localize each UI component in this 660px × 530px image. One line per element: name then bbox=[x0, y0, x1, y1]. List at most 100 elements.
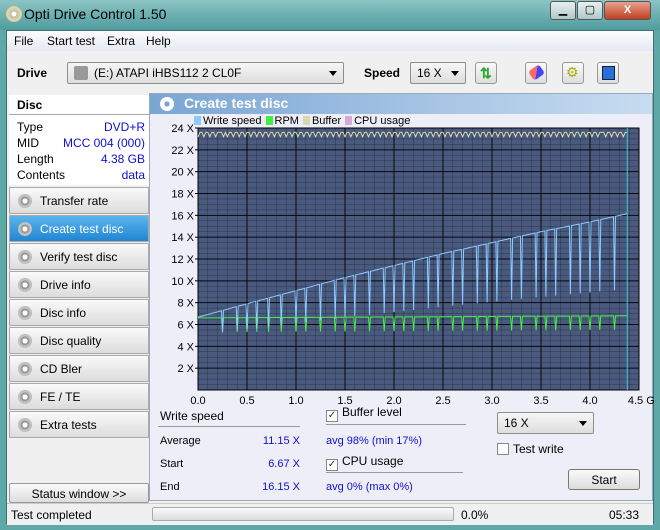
chevron-down-icon bbox=[451, 71, 459, 76]
nav-label: Create test disc bbox=[40, 222, 124, 236]
eraser-icon bbox=[528, 64, 545, 81]
drive-select[interactable]: (E:) ATAPI iHBS112 2 CL0F bbox=[67, 62, 344, 84]
y-tick-label: 22 X bbox=[171, 145, 194, 157]
disc-icon bbox=[160, 97, 174, 111]
nav-disc-info[interactable]: Disc info bbox=[9, 299, 149, 326]
menu-file[interactable]: File bbox=[14, 34, 33, 48]
nav-label: Verify test disc bbox=[40, 250, 118, 264]
average-label: Average bbox=[160, 435, 201, 447]
close-button[interactable]: X bbox=[604, 1, 651, 20]
y-tick-label: 12 X bbox=[171, 254, 194, 266]
write-speed-header: Write speed bbox=[160, 409, 224, 423]
x-tick-label: 0.0 bbox=[190, 395, 205, 404]
app-disc-icon bbox=[6, 6, 22, 22]
nav-extra-tests[interactable]: Extra tests bbox=[9, 411, 149, 438]
title-bar: Opti Drive Control 1.50 ▁ ▢ X bbox=[0, 0, 660, 30]
disc-header: Disc bbox=[17, 98, 43, 112]
refresh-arrows-icon: ⇅ bbox=[480, 65, 492, 81]
chevron-down-icon bbox=[329, 71, 337, 76]
y-tick-label: 14 X bbox=[171, 232, 194, 244]
disc-row-type: Type DVD+R bbox=[17, 120, 145, 134]
status-bar: Test completed 0.0% 05:33 bbox=[7, 503, 653, 525]
end-value: 16.15 X bbox=[262, 481, 300, 493]
menu-start-test[interactable]: Start test bbox=[47, 34, 95, 48]
disc-icon bbox=[18, 222, 32, 236]
menu-extra[interactable]: Extra bbox=[107, 34, 135, 48]
y-tick-label: 8 X bbox=[177, 298, 194, 310]
y-tick-label: 6 X bbox=[177, 320, 194, 332]
nav-label: Extra tests bbox=[40, 418, 97, 432]
disc-icon bbox=[18, 278, 32, 292]
menu-help[interactable]: Help bbox=[146, 34, 171, 48]
sidebar: Disc Type DVD+R MID MCC 004 (000) Length 4.… bbox=[7, 95, 149, 525]
nav-label: Disc info bbox=[40, 306, 87, 320]
buffer-level-checkbox[interactable]: ✓ Buffer level bbox=[326, 405, 402, 422]
menu-bar: File Start test Extra Help bbox=[7, 31, 653, 51]
x-tick-label: 1.0 bbox=[288, 395, 303, 404]
x-tick-label: 4.5 GB bbox=[628, 395, 654, 404]
maximize-button[interactable]: ▢ bbox=[577, 1, 603, 20]
refresh-button[interactable]: ⇅ bbox=[475, 62, 497, 84]
x-tick-label: 0.5 bbox=[239, 395, 254, 404]
nav-drive-info[interactable]: Drive info bbox=[9, 271, 149, 298]
end-label: End bbox=[160, 481, 180, 493]
erase-button[interactable] bbox=[525, 62, 547, 84]
disc-icon bbox=[18, 250, 32, 264]
x-tick-label: 2.5 bbox=[435, 395, 450, 404]
y-tick-label: 2 X bbox=[177, 363, 194, 375]
elapsed-time: 05:33 bbox=[609, 508, 640, 522]
floppy-icon bbox=[602, 66, 615, 80]
nav-label: CD Bler bbox=[40, 362, 83, 376]
disc-icon bbox=[18, 334, 32, 348]
start-label: Start bbox=[160, 458, 184, 470]
nav-cd-bler[interactable]: CD Bler bbox=[9, 355, 149, 382]
test-write-checkbox[interactable]: Test write bbox=[497, 442, 564, 456]
x-tick-label: 3.0 bbox=[484, 395, 499, 404]
nav-fe-te[interactable]: FE / TE bbox=[9, 383, 149, 410]
x-tick-label: 1.5 bbox=[337, 395, 352, 404]
write-speed-select[interactable]: 16 X bbox=[497, 412, 594, 434]
gears-icon: ⚙ bbox=[566, 64, 579, 80]
x-tick-label: 2.0 bbox=[386, 395, 401, 404]
y-tick-label: 20 X bbox=[171, 167, 194, 179]
disc-row-mid: MID MCC 004 (000) bbox=[17, 136, 145, 150]
divider bbox=[326, 472, 463, 473]
checkbox-check-icon: ✓ bbox=[326, 459, 338, 471]
status-window-button[interactable]: Status window >> bbox=[9, 483, 149, 503]
status-text: Test completed bbox=[11, 508, 92, 522]
settings-button[interactable]: ⚙ bbox=[562, 62, 584, 84]
nav-verify-test-disc[interactable]: Verify test disc bbox=[9, 243, 149, 270]
disc-icon bbox=[18, 390, 32, 404]
nav-label: Drive info bbox=[40, 278, 91, 292]
cpu-usage-checkbox[interactable]: ✓ CPU usage bbox=[326, 454, 403, 471]
drive-icon bbox=[74, 66, 88, 80]
x-tick-label: 3.5 bbox=[533, 395, 548, 404]
x-tick-label: 4.0 bbox=[582, 395, 597, 404]
nav-transfer-rate[interactable]: Transfer rate bbox=[9, 187, 149, 214]
divider bbox=[158, 426, 300, 427]
y-tick-label: 24 X bbox=[171, 124, 194, 135]
panel-header: Create test disc bbox=[150, 94, 652, 114]
disc-row-contents: Contents data bbox=[17, 168, 145, 182]
save-button[interactable] bbox=[597, 62, 619, 84]
speed-value: 16 X bbox=[417, 66, 442, 80]
minimize-button[interactable]: ▁ bbox=[550, 1, 576, 20]
checkbox-empty bbox=[497, 443, 509, 455]
write-speed-value: 16 X bbox=[504, 416, 529, 430]
speed-select[interactable]: 16 X bbox=[410, 62, 466, 84]
chevron-down-icon bbox=[579, 421, 587, 426]
disc-icon bbox=[18, 362, 32, 376]
nav-label: Transfer rate bbox=[40, 194, 109, 208]
panel-title: Create test disc bbox=[184, 95, 289, 111]
cpu-summary: avg 0% (max 0%) bbox=[326, 481, 413, 493]
average-value: 11.15 X bbox=[262, 435, 300, 447]
window-title: Opti Drive Control 1.50 bbox=[24, 6, 167, 22]
nav-create-test-disc[interactable]: Create test disc bbox=[9, 215, 149, 242]
start-button[interactable]: Start bbox=[568, 469, 640, 490]
nav-label: Disc quality bbox=[40, 334, 102, 348]
y-tick-label: 4 X bbox=[177, 341, 194, 353]
drive-value: (E:) ATAPI iHBS112 2 CL0F bbox=[94, 66, 242, 80]
nav-disc-quality[interactable]: Disc quality bbox=[9, 327, 149, 354]
write-speed-chart: 2 X 4 X 6 X 8 X 10 X 12 X 14 X 16 X 18 X 20 X 22 X… bbox=[171, 124, 654, 404]
buffer-summary: avg 98% (min 17%) bbox=[326, 435, 422, 447]
